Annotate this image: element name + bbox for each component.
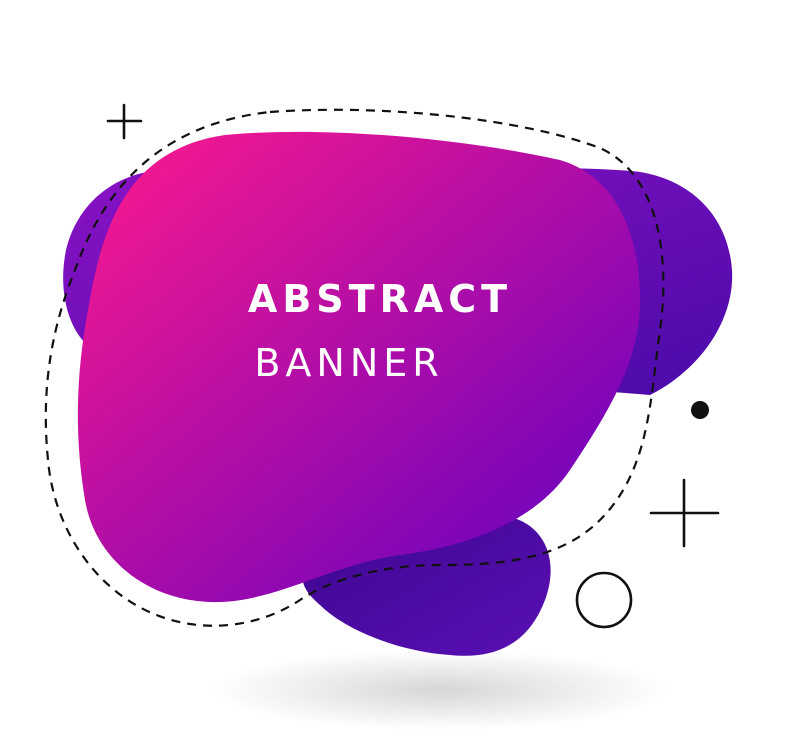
dot-icon (691, 401, 709, 419)
abstract-banner-artwork: ABSTRACT BANNER (44, 103, 733, 730)
circle-icon (575, 571, 633, 629)
banner-title: ABSTRACT (248, 277, 512, 321)
plus-icon-top-left (106, 103, 143, 140)
plus-icon-right (649, 478, 720, 548)
banner-subtitle: BANNER (254, 341, 443, 385)
blob-shadow (210, 650, 670, 730)
